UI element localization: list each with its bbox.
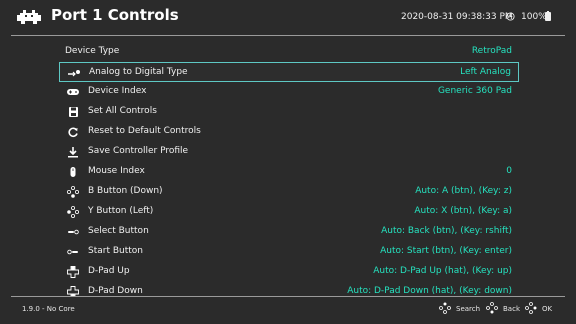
list-item-analog-to-digital-type[interactable]: Analog to Digital Type Left Analog: [59, 62, 519, 82]
item-label: Device Type: [65, 46, 120, 56]
item-label: Reset to Default Controls: [88, 126, 201, 136]
item-label: Set All Controls: [88, 106, 157, 116]
hint-ok-label[interactable]: OK: [542, 305, 552, 313]
item-value: Generic 360 Pad: [437, 86, 512, 96]
header-divider: [11, 35, 565, 36]
dpad-up-icon: [67, 266, 79, 278]
clock-text: 2020-08-31 09:38:33 PM: [401, 12, 513, 22]
select-button-icon: [68, 229, 79, 235]
download-icon: [68, 147, 78, 158]
settings-list: Device Type RetroPad Analog to Digital T…: [59, 42, 519, 296]
start-button-icon: [67, 249, 78, 255]
analog-stick-icon: [68, 70, 80, 77]
item-label: Save Controller Profile: [88, 146, 189, 156]
face-buttons-down-icon: [66, 186, 79, 198]
item-value: Auto: Back (btn), (Key: rshift): [381, 226, 512, 236]
item-label: Select Button: [88, 226, 149, 236]
dpad-down-icon: [67, 286, 79, 296]
reset-icon: [68, 127, 78, 138]
list-item-dpad-up[interactable]: D-Pad Up Auto: D-Pad Up (hat), (Key: up): [59, 262, 519, 282]
item-value: Auto: X (btn), (Key: a): [414, 206, 512, 216]
clock-icon: [506, 12, 515, 21]
version-text: 1.9.0 - No Core: [22, 305, 75, 313]
list-item-start-button[interactable]: Start Button Auto: Start (btn), (Key: en…: [59, 242, 519, 262]
hint-search-label[interactable]: Search: [456, 305, 480, 313]
face-buttons-ok-icon: [525, 302, 537, 314]
list-item-device-index[interactable]: Device Index Generic 360 Pad: [59, 82, 519, 102]
item-value: Auto: Start (btn), (Key: enter): [380, 246, 512, 256]
face-buttons-back-icon: [486, 302, 498, 314]
footer-divider: [11, 296, 565, 297]
header-bar: Port 1 Controls 2020-08-31 09:38:33 PM 1…: [0, 0, 576, 34]
item-label: Device Index: [88, 86, 147, 96]
item-value: Left Analog: [460, 67, 511, 77]
item-value: Auto: A (btn), (Key: z): [415, 186, 512, 196]
battery-icon: [545, 11, 551, 21]
mouse-icon: [70, 167, 76, 177]
item-label: D-Pad Down: [88, 286, 143, 296]
face-buttons-search-icon: [439, 302, 451, 314]
item-value: 0: [506, 166, 512, 176]
battery-text: 100%: [521, 12, 547, 22]
item-label: B Button (Down): [88, 186, 163, 196]
list-item-save-controller-profile[interactable]: Save Controller Profile: [59, 142, 519, 162]
item-label: Mouse Index: [88, 166, 145, 176]
item-value: RetroPad: [471, 46, 512, 56]
item-label: Analog to Digital Type: [89, 67, 188, 77]
save-icon: [69, 107, 78, 117]
face-buttons-left-icon: [67, 206, 79, 218]
hint-back-label[interactable]: Back: [503, 305, 520, 313]
list-item-set-all-controls[interactable]: Set All Controls: [59, 102, 519, 122]
item-label: D-Pad Up: [88, 266, 130, 276]
list-item-dpad-down[interactable]: D-Pad Down Auto: D-Pad Down (hat), (Key:…: [59, 282, 519, 296]
gamepad-icon: [67, 89, 79, 95]
retroarch-logo-icon: [17, 10, 41, 24]
list-item-device-type[interactable]: Device Type RetroPad: [59, 42, 519, 62]
item-label: Y Button (Left): [88, 206, 154, 216]
list-item-y-button[interactable]: Y Button (Left) Auto: X (btn), (Key: a): [59, 202, 519, 222]
list-item-select-button[interactable]: Select Button Auto: Back (btn), (Key: rs…: [59, 222, 519, 242]
item-value: Auto: D-Pad Up (hat), (Key: up): [373, 266, 512, 276]
item-label: Start Button: [88, 246, 143, 256]
list-item-mouse-index[interactable]: Mouse Index 0: [59, 162, 519, 182]
page-title: Port 1 Controls: [51, 6, 179, 24]
item-value: Auto: D-Pad Down (hat), (Key: down): [347, 286, 512, 296]
list-item-reset-controls[interactable]: Reset to Default Controls: [59, 122, 519, 142]
list-item-b-button[interactable]: B Button (Down) Auto: A (btn), (Key: z): [59, 182, 519, 202]
